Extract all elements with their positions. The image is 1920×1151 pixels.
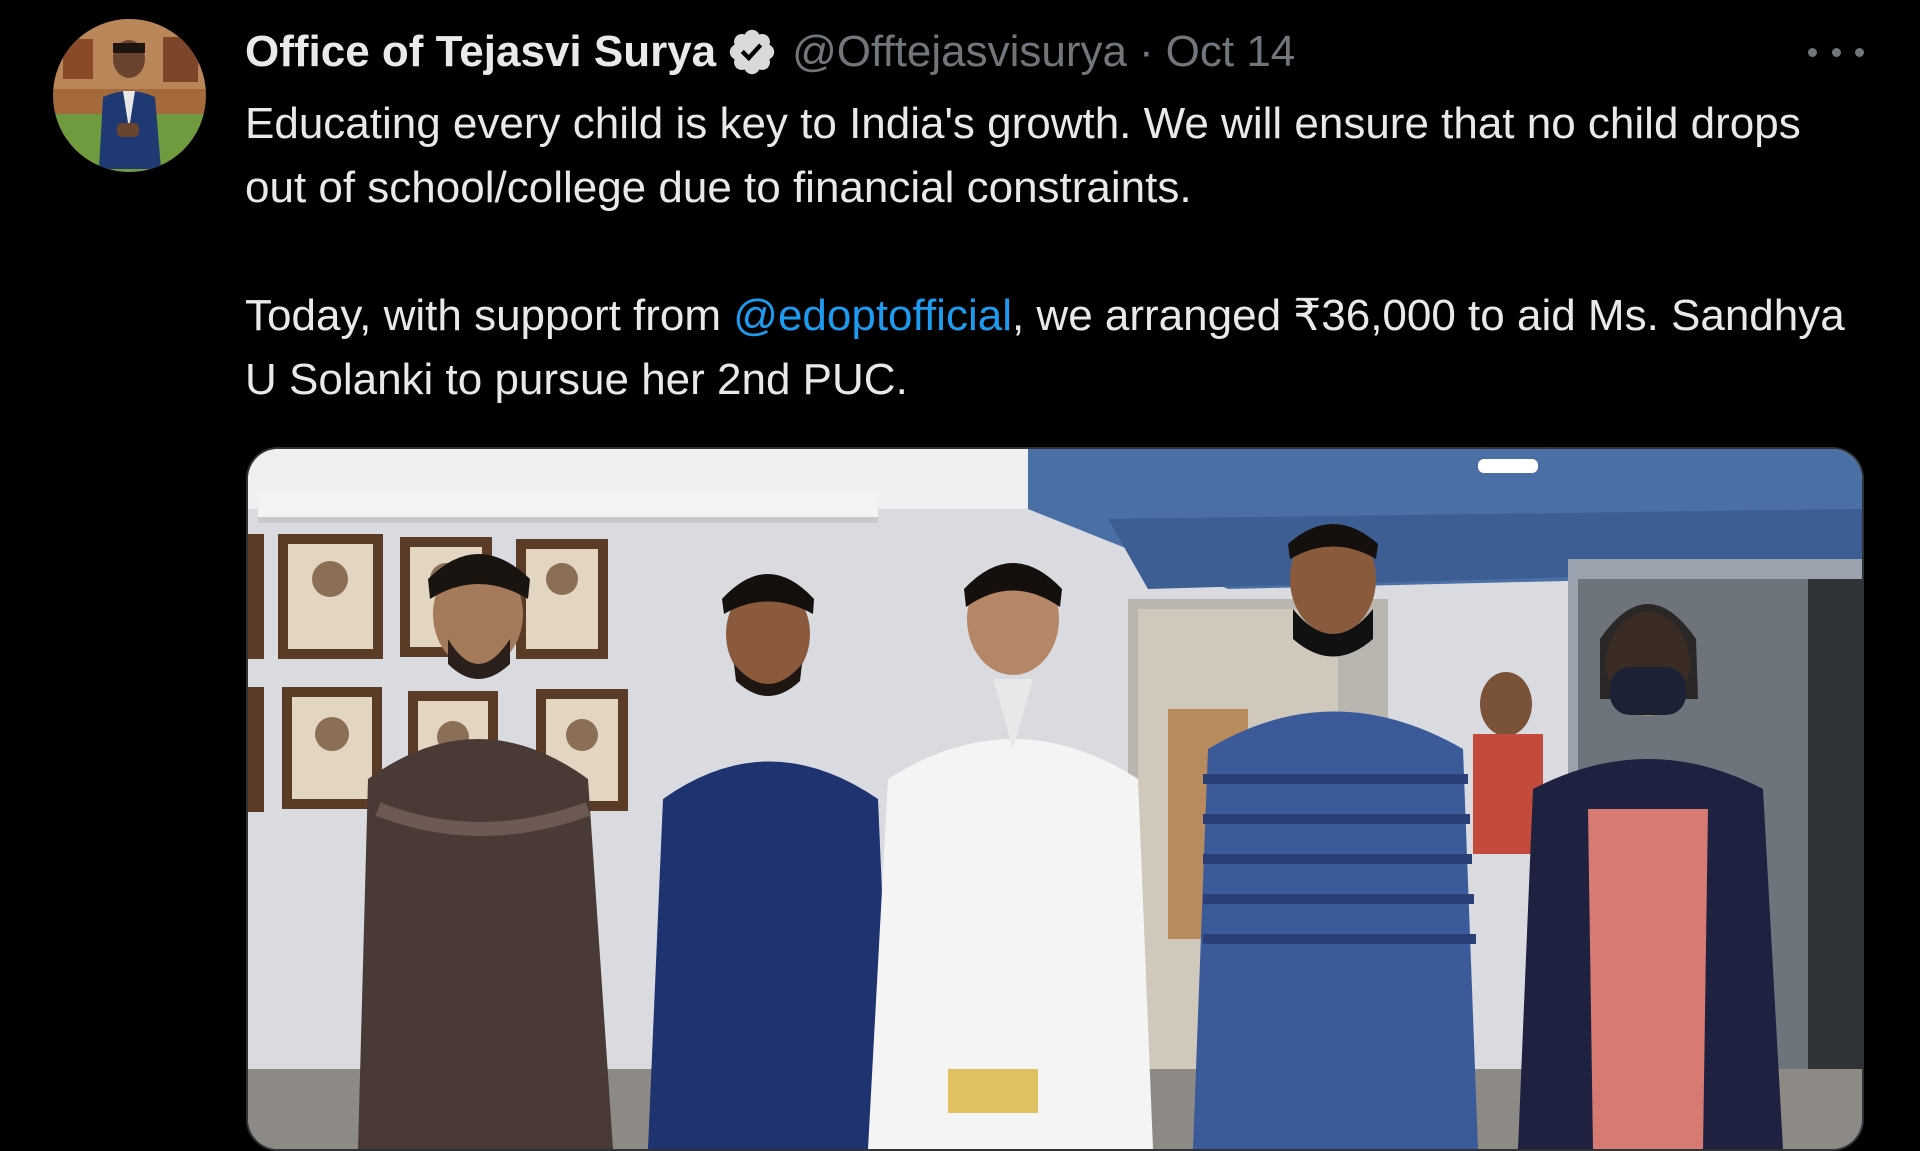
tweet-paragraph-1: Educating every child is key to India's … (245, 99, 1801, 212)
mention-link[interactable]: @edoptofficial (733, 291, 1012, 340)
tweet-text-segment: Today, with support from (245, 291, 734, 340)
author-display-name[interactable]: Office of Tejasvi Surya (245, 27, 716, 77)
author-avatar[interactable] (53, 19, 206, 172)
meta-separator: · (1139, 27, 1154, 76)
tweet-photo[interactable] (246, 447, 1864, 1151)
tweet-date[interactable]: Oct 14 (1166, 27, 1296, 77)
tweet-header: Office of Tejasvi Surya @Offtejasvisurya… (245, 22, 1295, 82)
tweet-paragraph-2: Today, with support from @edoptofficial,… (245, 284, 1865, 412)
verified-badge-icon (726, 26, 778, 78)
author-handle[interactable]: @Offtejasvisurya (792, 27, 1127, 77)
more-horizontal-icon[interactable] (1808, 30, 1864, 74)
tweet-card: Office of Tejasvi Surya @Offtejasvisurya… (0, 0, 1920, 1151)
tweet-text: Educating every child is key to India's … (245, 92, 1865, 412)
